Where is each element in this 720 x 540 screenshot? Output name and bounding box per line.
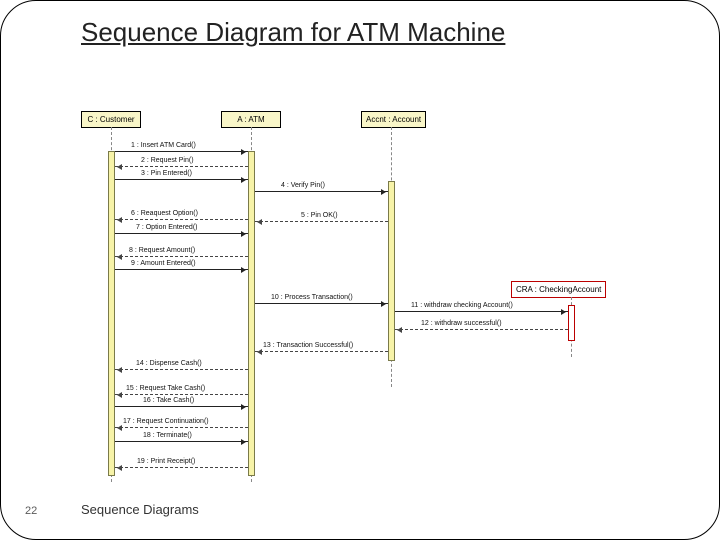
arrow-m13 (255, 351, 388, 352)
arrow-m8 (115, 256, 248, 257)
msg-4: 4 : Verify Pin() (281, 182, 325, 189)
arrow-m2 (115, 166, 248, 167)
arrow-m6 (115, 219, 248, 220)
msg-1: 1 : Insert ATM Card() (131, 142, 196, 149)
msg-18: 18 : Terminate() (143, 432, 192, 439)
arrow-m5 (255, 221, 388, 222)
arrow-m16 (115, 406, 248, 407)
slide-frame: Sequence Diagram for ATM Machine C : Cus… (0, 0, 720, 540)
arrow-m4 (255, 191, 388, 192)
page-title: Sequence Diagram for ATM Machine (81, 17, 505, 48)
arrow-m1 (115, 151, 248, 152)
arrow-m10 (255, 303, 388, 304)
arrow-m19 (115, 467, 248, 468)
msg-15: 15 : Request Take Cash() (126, 385, 205, 392)
actor-account: Accnt : Account (361, 111, 426, 128)
actor-customer: C : Customer (81, 111, 141, 128)
actor-checking-account: CRA : CheckingAccount (511, 281, 606, 298)
msg-17: 17 : Request Continuation() (123, 418, 209, 425)
msg-9: 9 : Amount Entered() (131, 260, 196, 267)
arrow-m14 (115, 369, 248, 370)
actor-atm: A : ATM (221, 111, 281, 128)
msg-13: 13 : Transaction Successful() (263, 342, 353, 349)
msg-14: 14 : Dispense Cash() (136, 360, 202, 367)
msg-12: 12 : withdraw successful() (421, 320, 502, 327)
arrow-m17 (115, 427, 248, 428)
msg-8: 8 : Request Amount() (129, 247, 195, 254)
msg-5: 5 : Pin OK() (301, 212, 338, 219)
arrow-m15 (115, 394, 248, 395)
arrow-m9 (115, 269, 248, 270)
msg-2: 2 : Request Pin() (141, 157, 194, 164)
msg-10: 10 : Process Transaction() (271, 294, 353, 301)
msg-16: 16 : Take Cash() (143, 397, 194, 404)
page-number: 22 (25, 505, 37, 517)
msg-6: 6 : Reaquest Option() (131, 210, 198, 217)
activation-checking (568, 305, 575, 341)
activation-account (388, 181, 395, 361)
arrow-m3 (115, 179, 248, 180)
msg-7: 7 : Option Entered() (136, 224, 197, 231)
activation-atm (248, 151, 255, 476)
arrow-m7 (115, 233, 248, 234)
arrow-m11 (395, 311, 568, 312)
msg-19: 19 : Print Receipt() (137, 458, 195, 465)
sequence-diagram: C : Customer A : ATM Accnt : Account CRA… (81, 111, 681, 491)
arrow-m12 (395, 329, 568, 330)
arrow-m18 (115, 441, 248, 442)
msg-3: 3 : Pin Entered() (141, 170, 192, 177)
msg-11: 11 : withdraw checking Account() (411, 302, 513, 309)
footer-label: Sequence Diagrams (81, 502, 199, 517)
